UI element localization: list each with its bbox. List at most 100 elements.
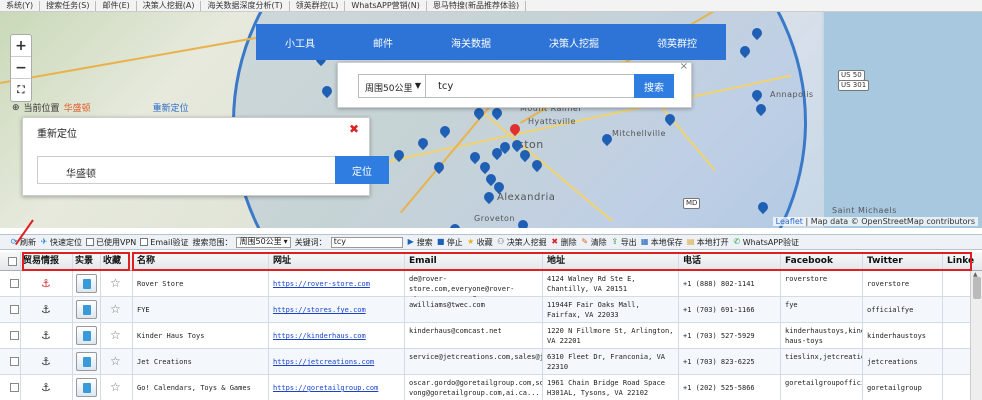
row-checkbox[interactable]	[10, 383, 19, 392]
fullscreen-button[interactable]: ⛶	[11, 79, 31, 101]
street-view-button[interactable]	[76, 378, 97, 397]
whatsapp-verify-button[interactable]: ✆ WhatsAPP验证	[733, 237, 799, 248]
vpn-checkbox[interactable]: 已使用VPN	[86, 237, 136, 248]
row-checkbox[interactable]	[10, 331, 19, 340]
map-marker[interactable]	[752, 28, 762, 41]
cell-email: awilliams@twec.com	[409, 301, 485, 309]
map-marker[interactable]	[492, 108, 502, 121]
decision-mining-button[interactable]: ⚇ 决策人挖掘	[497, 237, 547, 248]
row-checkbox[interactable]	[10, 305, 19, 314]
refresh-button[interactable]: ⟳ 刷新	[10, 237, 36, 248]
favorite-star-icon[interactable]: ☆	[110, 354, 121, 368]
anchor-icon[interactable]: ⚓	[41, 303, 51, 316]
cell-url[interactable]: https://goretailgroup.com	[270, 375, 404, 400]
export-button[interactable]: ⇪ 导出	[611, 237, 636, 248]
open-local-button[interactable]: ▤ 本地打开	[687, 237, 729, 248]
leaflet-link[interactable]: Leaflet	[776, 217, 803, 226]
map-marker[interactable]	[394, 150, 404, 163]
street-view-button[interactable]	[76, 326, 97, 345]
delete-button[interactable]: ✖ 删除	[551, 237, 576, 248]
menu-item[interactable]: 领英群控(L)	[290, 0, 346, 11]
table-row[interactable]: ⚓ ☆ Kinder Haus Toys https://kinderhaus.com…	[0, 323, 970, 349]
header-select-all[interactable]	[0, 252, 20, 271]
street-view-button[interactable]	[76, 352, 97, 371]
range-dropdown[interactable]: 周围50公里 ▾	[236, 236, 291, 248]
map-marker[interactable]	[434, 162, 444, 175]
map-view[interactable]: Mount Rainier Hyattsville Mitchellville …	[0, 12, 982, 228]
anchor-icon[interactable]: ⚓	[41, 381, 51, 394]
relocate-input[interactable]: 华盛顿	[37, 156, 337, 184]
keyword-input[interactable]: tcy	[426, 74, 636, 98]
current-location-marker[interactable]	[510, 124, 520, 137]
menu-item[interactable]: 恩马特搜(新品推荐体验)	[427, 0, 527, 11]
map-marker[interactable]	[474, 108, 484, 121]
quick-locate-button[interactable]: ✈ 快速定位	[40, 237, 82, 248]
favorite-star-icon[interactable]: ☆	[110, 380, 121, 394]
results-table: 贸易情报 实景 收藏 名称 网址 Email 地址 电话 Facebook Tw…	[0, 252, 982, 400]
table-row[interactable]: ⚓ ☆ FYE https://stores.fye.com awilliams@twe…	[0, 297, 970, 323]
nav-tab[interactable]: 海关数据	[451, 35, 491, 50]
map-marker[interactable]	[532, 160, 542, 173]
map-marker[interactable]	[500, 142, 510, 155]
nav-tab[interactable]: 决策人挖掘	[549, 35, 599, 50]
nav-tab[interactable]: 小工具	[285, 35, 315, 50]
map-marker[interactable]	[756, 104, 766, 117]
favorite-star-icon[interactable]: ☆	[110, 276, 121, 290]
save-local-button[interactable]: ▦ 本地保存	[641, 237, 683, 248]
menu-item[interactable]: 搜索任务(S)	[40, 0, 97, 11]
row-checkbox[interactable]	[10, 357, 19, 366]
cell-url[interactable]: https://kinderhaus.com	[270, 323, 404, 349]
map-marker[interactable]	[602, 134, 612, 147]
collect-button[interactable]: ★ 收藏	[467, 237, 493, 248]
zoom-in-button[interactable]: +	[11, 35, 31, 57]
cell-url[interactable]: https://stores.fye.com	[270, 297, 404, 323]
map-marker[interactable]	[520, 150, 530, 163]
table-row[interactable]: ⚓ ☆ Rover Store https://rover-store.com de@r…	[0, 271, 970, 297]
table-row[interactable]: ⚓ ☆ Go! Calendars, Toys & Games https://gor…	[0, 375, 970, 400]
email-verify-checkbox[interactable]: Email验证	[140, 237, 188, 248]
stop-button[interactable]: ■ 停止	[437, 237, 463, 248]
menu-item[interactable]: 邮件(E)	[96, 0, 137, 11]
street-view-button[interactable]	[76, 300, 97, 319]
nav-tab[interactable]: 领英群控	[657, 35, 697, 50]
map-marker[interactable]	[470, 152, 480, 165]
nav-tab[interactable]: 邮件	[373, 35, 393, 50]
street-view-button[interactable]	[76, 274, 97, 293]
map-marker[interactable]	[752, 90, 762, 103]
scroll-thumb[interactable]	[973, 277, 981, 299]
menu-item[interactable]: 决策人挖掘(A)	[137, 0, 202, 11]
menu-item[interactable]: 系统(Y)	[0, 0, 41, 11]
map-marker[interactable]	[450, 224, 460, 228]
cell-url[interactable]: https://jetcreations.com	[270, 349, 404, 375]
clear-button[interactable]: ✎ 清除	[581, 237, 606, 248]
close-icon[interactable]: ✖	[349, 122, 359, 136]
map-marker[interactable]	[440, 126, 450, 139]
search-button[interactable]: 搜索	[634, 74, 674, 98]
table-row[interactable]: ⚓ ☆ Jet Creations https://jetcreations.com s…	[0, 349, 970, 375]
cell-url[interactable]: https://rover-store.com	[270, 271, 404, 297]
anchor-icon[interactable]: ⚓	[41, 277, 51, 290]
map-marker[interactable]	[518, 220, 528, 228]
map-marker[interactable]	[494, 182, 504, 195]
close-icon[interactable]: ×	[680, 61, 688, 72]
map-marker[interactable]	[740, 46, 750, 59]
search-toolbar-button[interactable]: ▶ 搜索	[407, 237, 433, 248]
favorite-star-icon[interactable]: ☆	[110, 302, 121, 316]
map-marker[interactable]	[758, 202, 768, 215]
favorite-star-icon[interactable]: ☆	[110, 328, 121, 342]
range-select[interactable]: 周围50公里 ▼	[358, 74, 426, 98]
relocate-button[interactable]: 定位	[335, 156, 389, 184]
map-marker[interactable]	[322, 86, 332, 99]
anchor-icon[interactable]: ⚓	[41, 355, 51, 368]
row-checkbox[interactable]	[10, 279, 19, 288]
anchor-icon[interactable]: ⚓	[41, 329, 51, 342]
relocate-link[interactable]: 重新定位	[153, 101, 189, 114]
zoom-out-button[interactable]: −	[11, 57, 31, 79]
vertical-scrollbar[interactable]: ▲	[970, 271, 982, 400]
keyword-field[interactable]: tcy	[330, 236, 403, 248]
map-marker[interactable]	[484, 192, 494, 205]
map-marker[interactable]	[665, 114, 675, 127]
menu-item[interactable]: 海关数据深度分析(T)	[201, 0, 290, 11]
map-marker[interactable]	[418, 138, 428, 151]
menu-item[interactable]: WhatsAPP营销(N)	[345, 0, 427, 11]
